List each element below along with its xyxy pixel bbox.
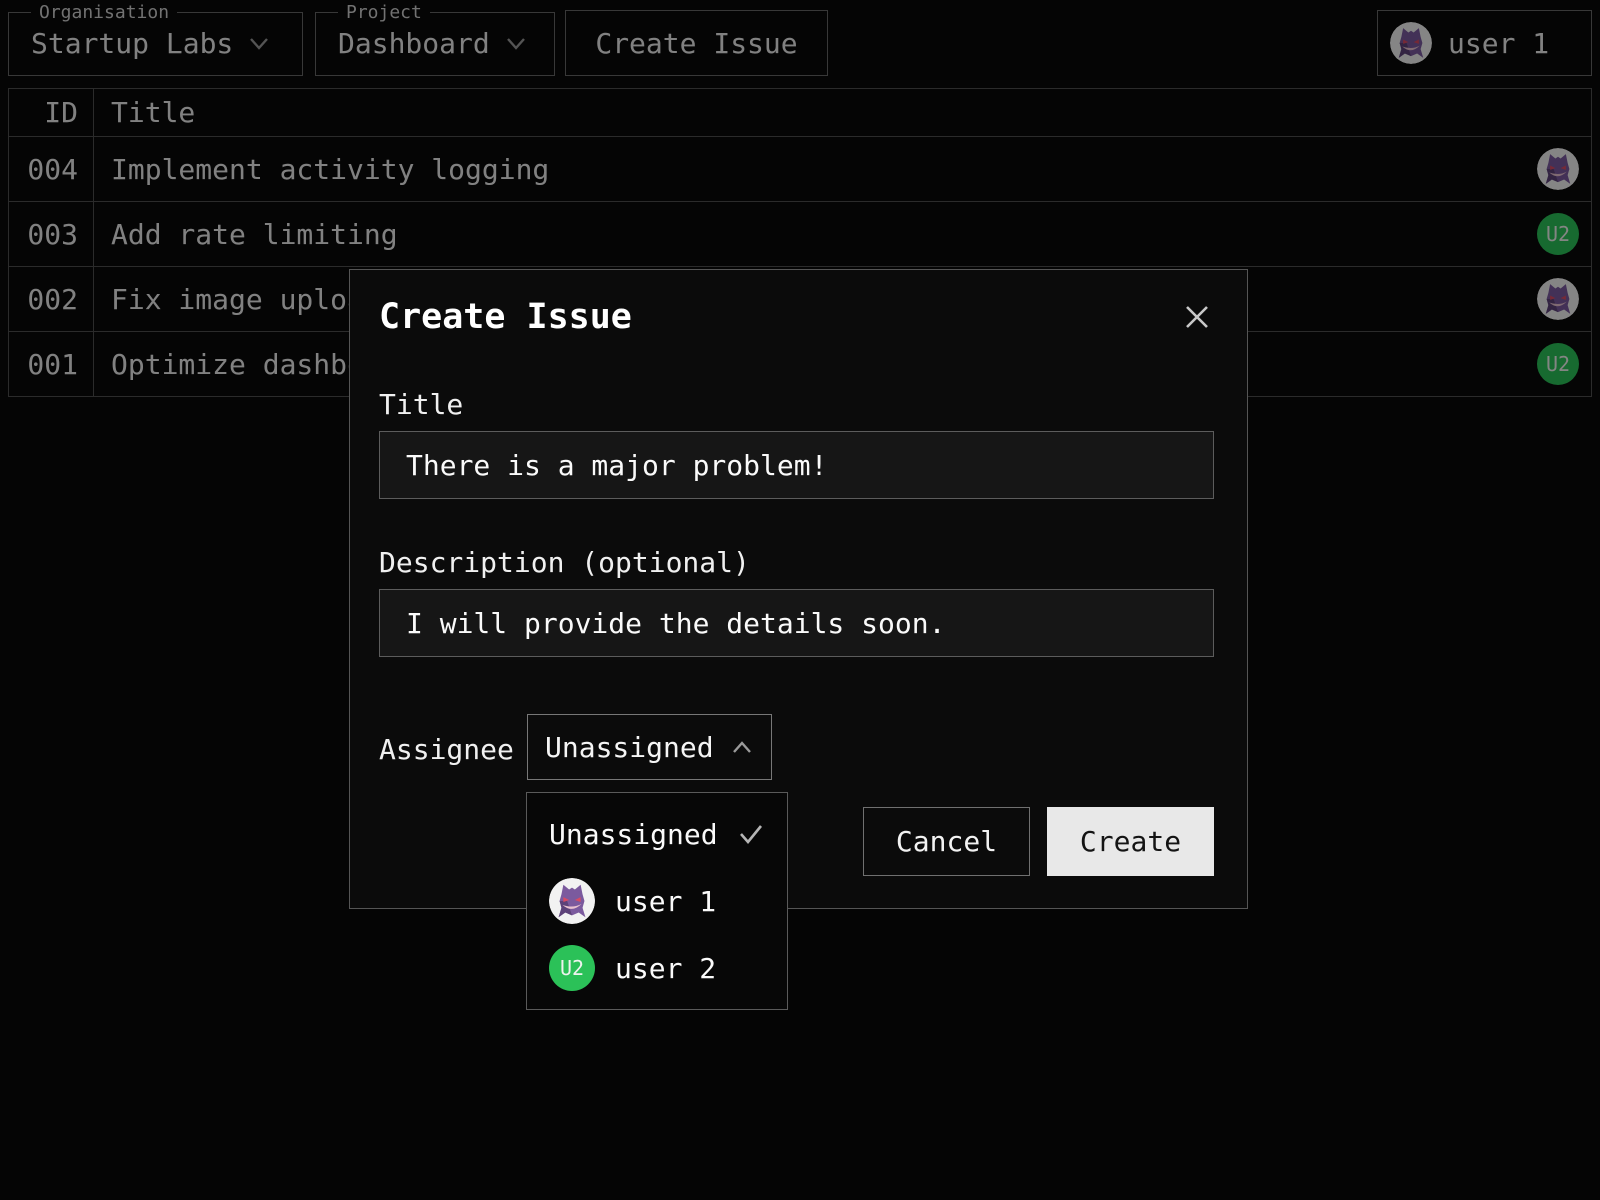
create-issue-modal: Create Issue Title Description (optional… (349, 269, 1248, 909)
menu-item-label: user 2 (615, 952, 716, 985)
assignee-select[interactable]: Unassigned (527, 714, 772, 780)
assignee-field-label: Assignee (379, 733, 514, 766)
check-icon (738, 823, 764, 845)
title-input[interactable] (379, 431, 1214, 499)
description-input[interactable] (379, 589, 1214, 657)
user1-monster-avatar-icon (549, 878, 595, 924)
cancel-button[interactable]: Cancel (863, 807, 1030, 876)
title-field-label: Title (379, 388, 463, 421)
assignee-dropdown-menu: Unassigned user 1 U2 user 2 (526, 792, 788, 1010)
close-button[interactable] (1183, 303, 1211, 331)
menu-item-label: user 1 (615, 885, 716, 918)
user2-badge-avatar: U2 (549, 945, 595, 991)
close-icon (1183, 303, 1211, 331)
description-field-label: Description (optional) (379, 546, 750, 579)
create-button[interactable]: Create (1047, 807, 1214, 876)
issue-tracker-app: Organisation Startup Labs Project Dashbo… (0, 0, 1600, 1200)
menu-item-unassigned[interactable]: Unassigned (527, 802, 787, 866)
chevron-up-icon (732, 741, 752, 754)
modal-title: Create Issue (379, 297, 632, 337)
menu-item-label: Unassigned (549, 818, 718, 851)
menu-item-user1[interactable]: user 1 (527, 869, 787, 933)
assignee-selected-value: Unassigned (545, 731, 714, 764)
menu-item-user2[interactable]: U2 user 2 (527, 936, 787, 1000)
